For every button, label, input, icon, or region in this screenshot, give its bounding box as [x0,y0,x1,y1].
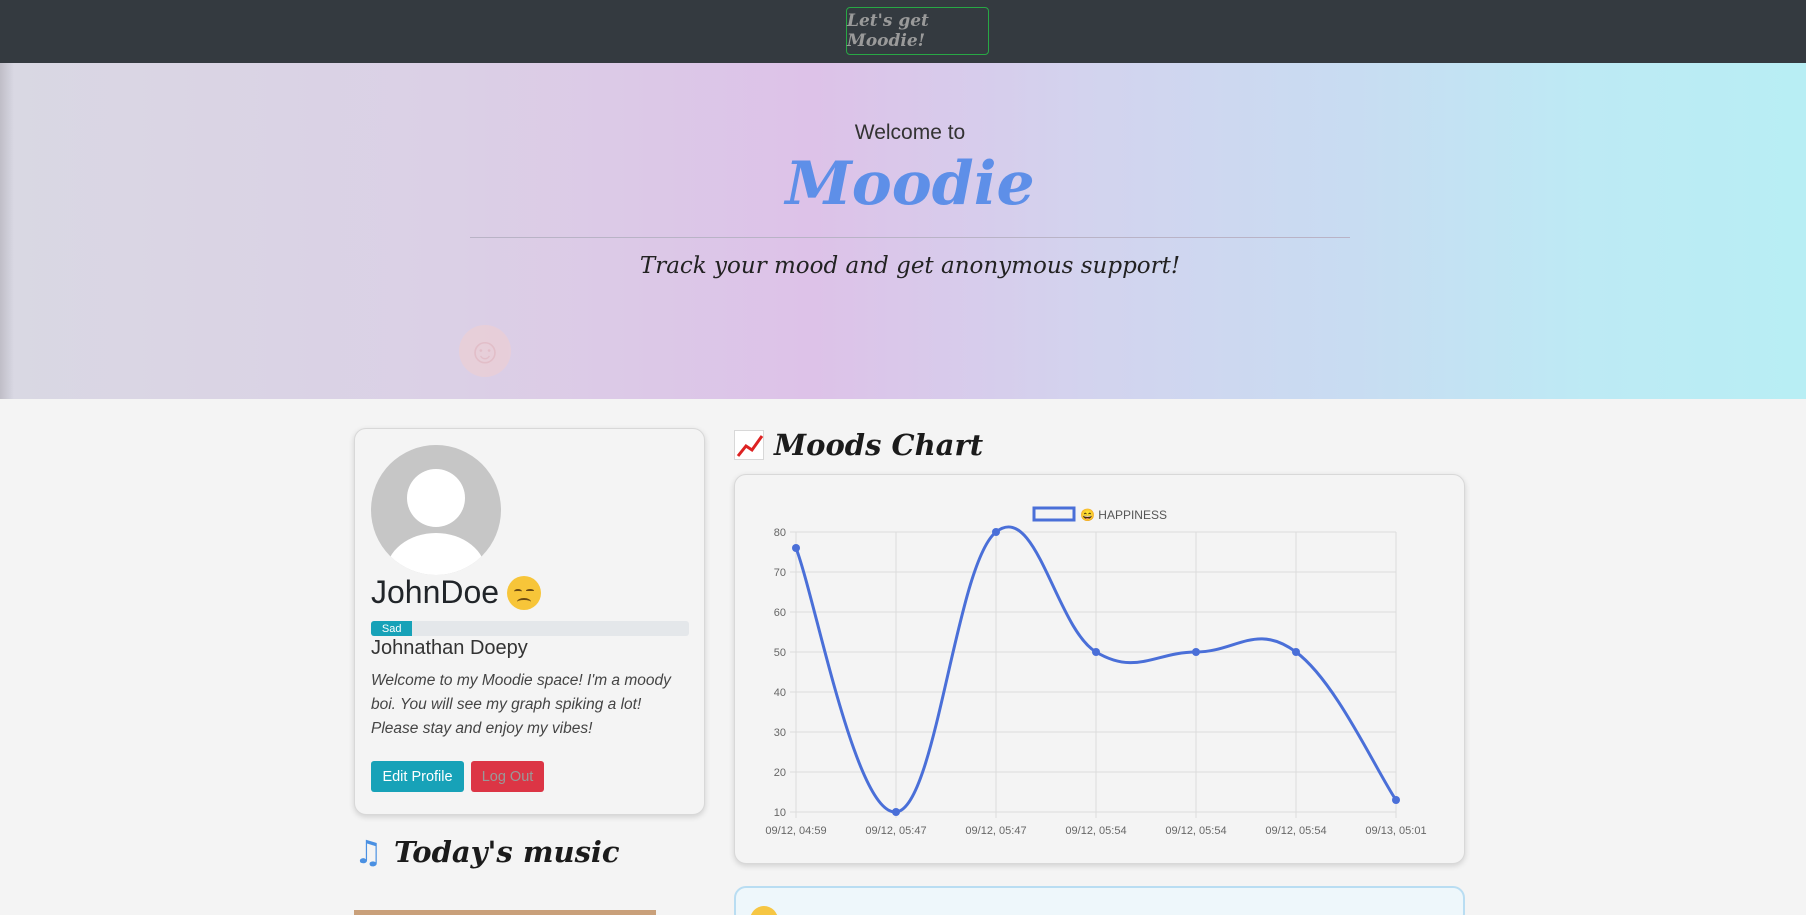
hero-tagline: Track your mood and get anonymous suppor… [639,253,1181,279]
avatar [371,445,501,575]
x-tick-label: 09/12, 05:54 [1265,825,1326,837]
legend-swatch [1032,506,1076,522]
data-point [1092,648,1100,656]
hero-divider [470,237,1350,238]
profile-full-name: Johnathan Doepy [371,637,528,659]
hero-welcome: Welcome to [854,121,966,144]
y-tick-label: 30 [774,727,786,739]
hero-edge-shadow [0,63,14,399]
moods-chart-card: 10 20 30 40 50 60 70 80 09/12, 04:59 09/12, 05:47… [734,474,1465,864]
moods-chart-title: Moods Chart [734,428,983,462]
x-tick-label: 09/13, 05:01 [1365,825,1426,837]
x-tick-label: 09/12, 04:59 [765,825,826,837]
y-tick-label: 40 [774,687,786,699]
edit-profile-button[interactable]: Edit Profile [371,761,464,792]
data-point [1392,796,1400,804]
moods-line-chart: 10 20 30 40 50 60 70 80 09/12, 04:59 09/12, 05:47… [765,506,1427,837]
x-tick-label: 09/12, 05:47 [865,825,926,837]
mood-progress-bar: Sad [371,621,689,636]
username-text: JohnDoe [371,574,500,610]
chart-title-text: Moods Chart [774,428,984,462]
profile-username: JohnDoe [371,574,542,611]
hero-banner: Welcome to Moodie Track your mood and ge… [0,63,1806,399]
profile-card: JohnDoe Sad Johnathan Doepy Welcome to m… [354,428,705,815]
next-section-card [734,886,1465,915]
y-tick-label: 50 [774,647,786,659]
data-point [792,544,800,552]
get-moodie-button[interactable]: Let's get Moodie! [846,7,989,55]
grinning-face-icon: ☺ [459,325,511,377]
x-tick-label: 09/12, 05:47 [965,825,1026,837]
data-point [1292,648,1300,656]
data-point [1192,648,1200,656]
data-point [992,528,1000,536]
data-point [892,808,900,816]
navbar: Let's get Moodie! [0,0,1806,63]
x-tick-label: 09/12, 05:54 [1165,825,1226,837]
music-thumbnail[interactable] [354,910,656,915]
y-tick-label: 20 [774,767,786,779]
y-tick-label: 60 [774,607,786,619]
profile-bio: Welcome to my Moodie space! I'm a moody … [371,672,671,737]
hero-brand-title: Moodie [785,149,1035,219]
x-tick-label: 09/12, 05:54 [1065,825,1126,837]
music-note-icon: ♫ [354,833,383,871]
disappointed-face-icon [507,575,542,610]
music-title-text: Today's music [394,835,620,869]
mood-progress-fill: Sad [371,621,413,636]
legend-label: 😄 HAPPINESS [1080,508,1167,522]
logout-button[interactable]: Log Out [471,761,544,792]
y-tick-label: 80 [774,527,786,539]
smiley-icon [750,906,778,915]
chart-increasing-icon [734,430,764,460]
y-tick-label: 70 [774,567,786,579]
y-tick-label: 10 [774,807,786,819]
music-section-title: ♫ Today's music [354,834,620,870]
